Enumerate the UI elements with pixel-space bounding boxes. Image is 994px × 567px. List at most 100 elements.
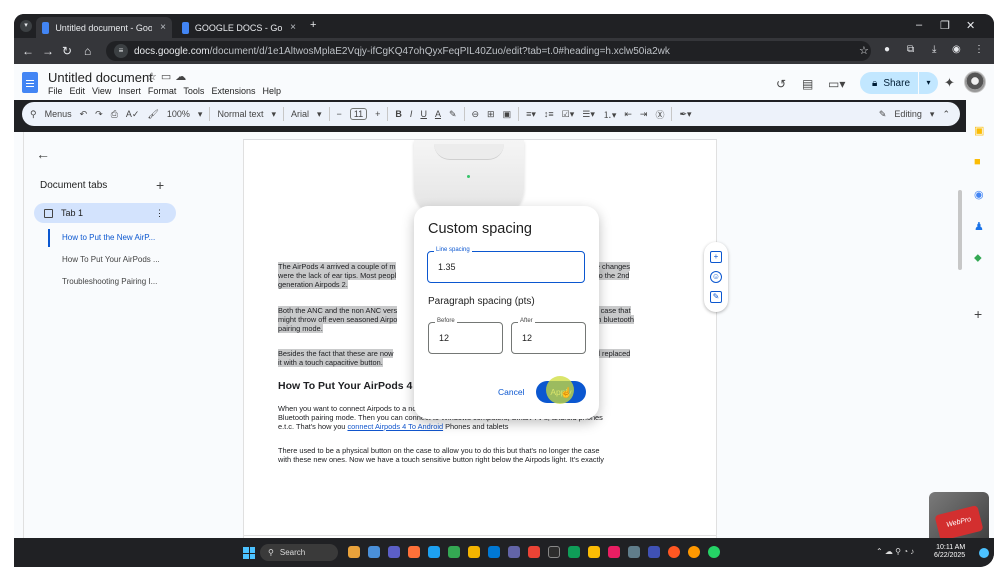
meet-icon[interactable]: ▭▾ <box>828 77 845 91</box>
gemini-sparkle-icon[interactable]: ✦ <box>944 75 955 91</box>
firefox-icon[interactable] <box>408 546 420 558</box>
tab-options-icon[interactable]: ⋮ <box>155 208 164 219</box>
print-icon[interactable]: ⎙ <box>111 109 118 120</box>
maximize-button[interactable]: ❐ <box>940 19 950 32</box>
minimize-button[interactable]: – <box>916 19 922 31</box>
folder-icon[interactable] <box>468 546 480 558</box>
menu-edit[interactable]: Edit <box>70 86 86 96</box>
close-window-button[interactable]: ✕ <box>966 19 975 32</box>
url-field[interactable]: ≡ docs.google.com /document/d/1e1AltwosM… <box>106 41 871 61</box>
terminal-icon[interactable] <box>548 546 560 558</box>
bulleted-list-icon[interactable]: ☰▾ <box>582 109 595 120</box>
avatar[interactable] <box>964 71 986 93</box>
share-dropdown-icon[interactable]: ▾ <box>918 72 938 94</box>
bold-icon[interactable]: B <box>395 109 402 119</box>
pen-icon[interactable]: ✒▾ <box>679 109 691 120</box>
outline-item[interactable]: How To Put Your AirPods ... <box>62 255 160 264</box>
docs-logo-icon[interactable] <box>22 72 38 93</box>
collapse-toolbar-icon[interactable]: ⌃ <box>942 109 950 120</box>
notification-icon[interactable] <box>979 548 989 558</box>
store-icon[interactable] <box>488 546 500 558</box>
chrome-profile-icon[interactable] <box>528 546 540 558</box>
add-comment-icon[interactable]: + <box>710 251 722 263</box>
home-icon[interactable]: ⌂ <box>84 44 91 58</box>
undo-icon[interactable]: ↶ <box>80 109 88 120</box>
chrome-icon[interactable] <box>448 546 460 558</box>
checklist-icon[interactable]: ☑▾ <box>562 109 575 120</box>
share-button[interactable]: 🔒︎ Share ▾ <box>860 72 938 94</box>
align-icon[interactable]: ≡▾ <box>526 109 536 120</box>
text-color-icon[interactable]: A <box>435 109 441 119</box>
forward-icon[interactable]: → <box>42 44 54 58</box>
reload-icon[interactable]: ↻ <box>62 44 72 58</box>
zoom-select[interactable]: 100% <box>167 109 190 119</box>
move-folder-icon[interactable]: ▭ <box>161 71 175 83</box>
document-title[interactable]: Untitled document <box>48 70 153 85</box>
file-explorer-icon[interactable] <box>368 546 380 558</box>
insert-image-icon[interactable]: ▣ <box>503 109 512 120</box>
airpods-case-image[interactable] <box>414 140 524 214</box>
numbered-list-icon[interactable]: ⒈▾ <box>603 108 617 121</box>
clear-formatting-icon[interactable]: Ⓧ <box>655 108 664 121</box>
suggest-edits-icon[interactable]: ✎ <box>710 291 722 303</box>
chevron-down-icon[interactable]: ▾ <box>271 109 276 120</box>
app-icon[interactable] <box>628 546 640 558</box>
link-icon[interactable]: ⊖ <box>472 109 480 120</box>
scrollbar[interactable] <box>958 190 962 270</box>
editing-mode-icon[interactable]: ✎ <box>879 109 887 120</box>
search-menus-icon[interactable]: ⚲ <box>30 109 37 120</box>
style-select[interactable]: Normal text <box>217 109 263 119</box>
app-icon[interactable] <box>688 546 700 558</box>
version-history-icon[interactable]: ↺ <box>776 77 786 91</box>
calendar-icon[interactable]: ◉ <box>974 188 984 201</box>
highlight-icon[interactable]: ✎ <box>449 109 457 120</box>
app-icon[interactable] <box>608 546 620 558</box>
app-icon[interactable] <box>588 546 600 558</box>
emoji-reaction-icon[interactable]: ☺ <box>710 271 722 283</box>
menu-format[interactable]: Format <box>148 86 177 96</box>
contacts-icon[interactable]: ♟ <box>974 220 984 233</box>
cloud-status-icon[interactable]: ☁ <box>175 71 190 83</box>
android-link[interactable]: connect Airpods 4 To Android <box>347 422 443 431</box>
chevron-down-icon[interactable]: ▾ <box>317 109 322 120</box>
menu-view[interactable]: View <box>92 86 111 96</box>
add-tab-icon[interactable]: + <box>156 177 164 193</box>
doc-tab-1[interactable]: Tab 1 ⋮ <box>34 203 176 223</box>
edge-icon[interactable] <box>428 546 440 558</box>
menu-file[interactable]: File <box>48 86 63 96</box>
section-heading[interactable]: How To Put Your AirPods 4 i <box>278 380 418 392</box>
menu-tools[interactable]: Tools <box>183 86 204 96</box>
star-icon[interactable]: ☆ <box>147 71 161 83</box>
chevron-down-icon[interactable]: ▾ <box>198 109 203 120</box>
paint-format-icon[interactable]: 🖌︎ <box>147 109 158 120</box>
search-menus-button[interactable]: Menus <box>45 109 72 119</box>
paragraph-5[interactable]: There used to be a physical button on th… <box>278 446 658 464</box>
menu-insert[interactable]: Insert <box>118 86 141 96</box>
side-panel-icon[interactable]: ⧉ <box>907 44 914 55</box>
redo-icon[interactable]: ↷ <box>95 109 103 120</box>
bookmark-star-icon[interactable]: ☆ <box>859 44 869 57</box>
font-size-input[interactable]: 11 <box>349 108 368 120</box>
chevron-down-icon[interactable]: ▾ <box>930 109 935 120</box>
editing-mode-select[interactable]: Editing <box>894 109 922 119</box>
maps-icon[interactable]: ⬥ <box>974 252 982 265</box>
browser-tab[interactable]: GOOGLE DOCS - Google Docs × <box>176 17 302 38</box>
app-icon[interactable] <box>568 546 580 558</box>
spacing-before-input[interactable]: Before 12 <box>428 318 503 354</box>
app-icon[interactable] <box>348 546 360 558</box>
teams-icon[interactable] <box>388 546 400 558</box>
font-select[interactable]: Arial <box>291 109 309 119</box>
get-addons-icon[interactable]: + <box>974 306 982 322</box>
increase-font-icon[interactable]: + <box>375 109 380 119</box>
tab-search-icon[interactable]: ▾ <box>20 20 32 32</box>
line-spacing-input[interactable]: Line spacing 1.35 <box>427 247 585 283</box>
back-icon[interactable]: ← <box>22 44 34 58</box>
extension-icon[interactable]: ● <box>884 44 890 55</box>
add-comment-icon[interactable]: ⊞ <box>487 109 495 120</box>
menu-help[interactable]: Help <box>262 86 281 96</box>
site-info-icon[interactable]: ≡ <box>114 44 128 58</box>
decrease-font-icon[interactable]: − <box>337 109 342 119</box>
outline-item[interactable]: Troubleshooting Pairing I... <box>62 277 157 286</box>
spacing-after-input[interactable]: After 12 <box>511 318 586 354</box>
windows-start-icon[interactable] <box>243 547 255 559</box>
